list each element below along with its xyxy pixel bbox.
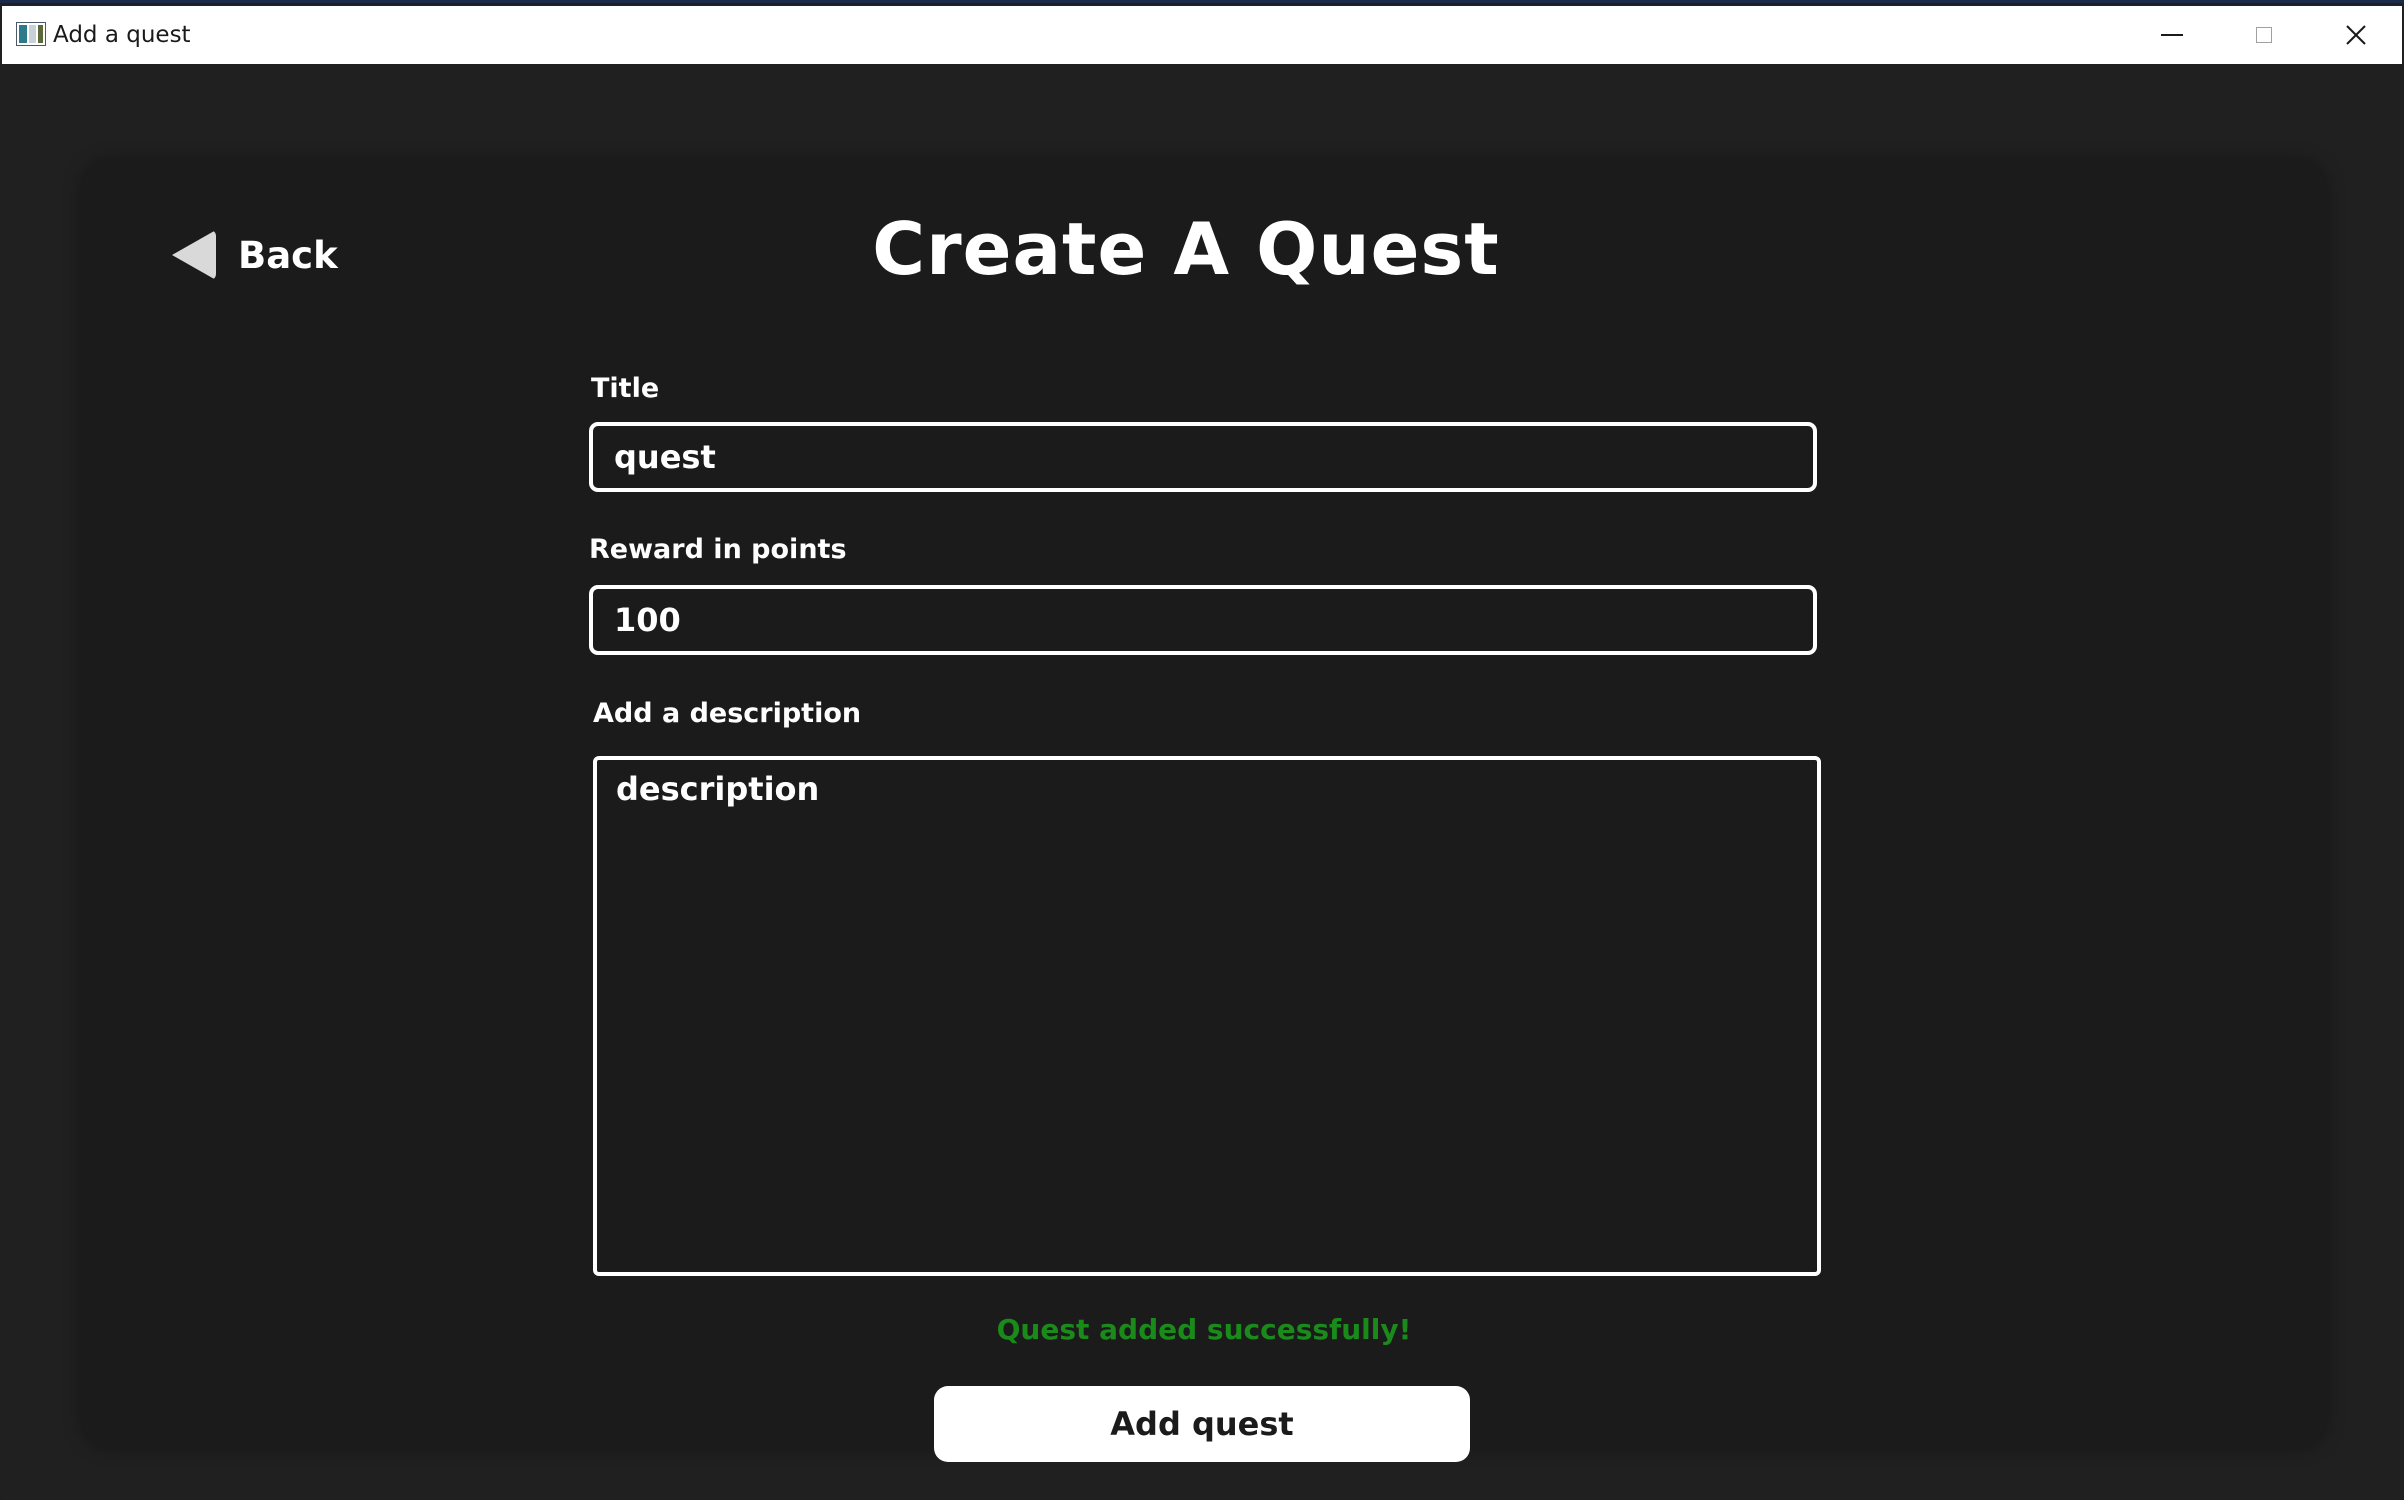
client-area: Back Create A Quest Title Reward in poin… xyxy=(2,64,2402,1500)
close-icon xyxy=(2346,25,2366,45)
add-quest-button[interactable]: Add quest xyxy=(934,1386,1470,1462)
maximize-icon xyxy=(2256,27,2272,43)
title-bar[interactable]: Add a quest xyxy=(2,6,2402,64)
title-label: Title xyxy=(591,373,660,404)
window-title: Add a quest xyxy=(53,22,191,48)
maximize-button[interactable] xyxy=(2218,6,2310,64)
close-button[interactable] xyxy=(2310,6,2402,64)
description-textarea[interactable]: description xyxy=(593,756,1821,1276)
app-icon xyxy=(16,22,46,46)
reward-label: Reward in points xyxy=(589,534,847,565)
form-panel: Back Create A Quest Title Reward in poin… xyxy=(82,161,2326,1462)
minimize-icon xyxy=(2161,34,2183,36)
title-input[interactable] xyxy=(589,422,1817,492)
app-window: Add a quest Back Create A Quest Title Re… xyxy=(0,0,2404,1500)
minimize-button[interactable] xyxy=(2126,6,2218,64)
reward-input[interactable] xyxy=(589,585,1817,655)
status-message: Quest added successfully! xyxy=(996,1313,1412,1346)
description-label: Add a description xyxy=(593,698,862,729)
page-title: Create A Quest xyxy=(872,207,1500,291)
